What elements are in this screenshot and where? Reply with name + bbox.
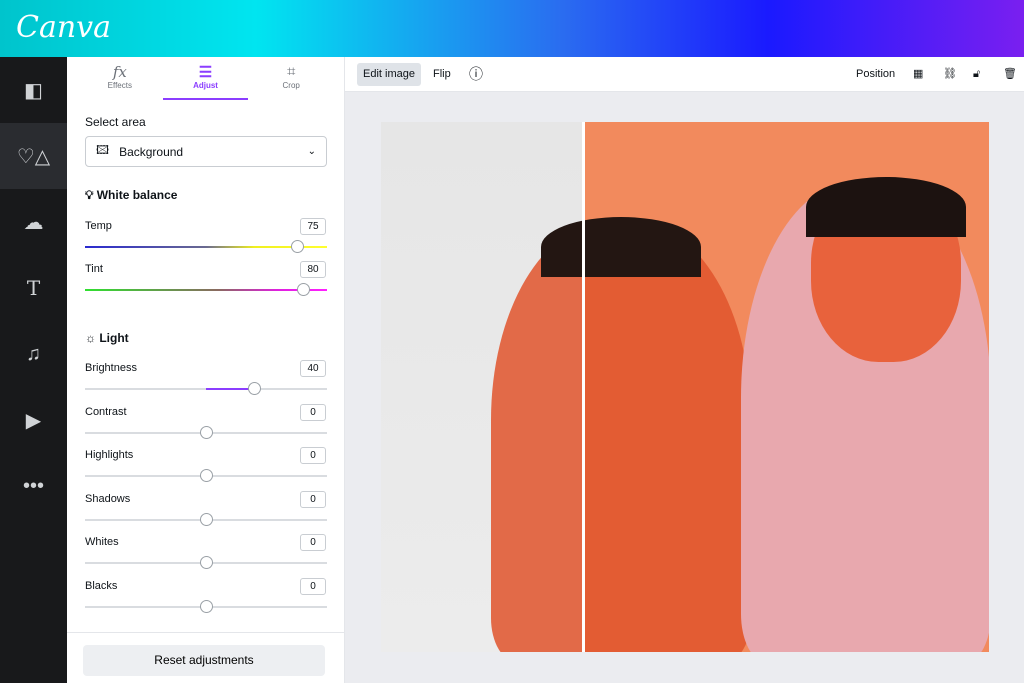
side-rail: ◧ ♡△ ☁ T ♫ ▶ ••• <box>0 57 67 683</box>
compare-divider[interactable] <box>582 122 585 652</box>
canvas-area <box>345 92 1024 683</box>
whites-slider[interactable] <box>85 556 327 569</box>
blacks-label: Blacks <box>85 580 118 592</box>
elements-icon[interactable]: ♡△ <box>0 123 67 189</box>
edit-image-button[interactable]: Edit image <box>357 63 421 86</box>
text-icon[interactable]: T <box>0 255 67 321</box>
light-heading: ☼ Light <box>85 331 129 345</box>
tint-value-input[interactable]: 80 <box>300 261 326 278</box>
chevron-down-icon: ⌄ <box>307 146 316 157</box>
tint-label: Tint <box>85 263 103 275</box>
position-button[interactable]: Position <box>850 63 901 86</box>
shadows-slider[interactable] <box>85 513 327 526</box>
whites-value-input[interactable]: 0 <box>300 534 326 551</box>
shadows-label: Shadows <box>85 493 131 505</box>
tint-slider[interactable] <box>85 283 327 296</box>
sun-icon: ☼ <box>85 331 100 345</box>
whites-slider-thumb[interactable] <box>200 556 213 569</box>
image-icon: 🖾 <box>96 143 110 157</box>
canva-logo[interactable]: Canva <box>16 10 111 45</box>
contrast-value-input[interactable]: 0 <box>300 404 326 421</box>
hair-right <box>806 177 966 237</box>
tint-slider-thumb[interactable] <box>296 283 310 296</box>
layout-icon[interactable]: ◧ <box>0 57 67 123</box>
sliders-icon: ☰ <box>198 64 213 81</box>
music-icon[interactable]: ♫ <box>0 321 67 387</box>
blacks-slider-thumb[interactable] <box>200 600 213 613</box>
brightness-fill <box>206 388 255 390</box>
temp-slider-thumb[interactable] <box>290 240 304 253</box>
blacks-slider[interactable] <box>85 600 327 613</box>
adjust-panel: fx Effects ☰ Adjust ⌗ Crop Select area 🖾 Ba… <box>67 57 345 683</box>
brightness-slider[interactable] <box>85 382 327 395</box>
crop-icon: ⌗ <box>286 63 296 80</box>
fx-icon: fx <box>112 63 127 81</box>
temp-value-input[interactable]: 75 <box>300 218 326 235</box>
person-left <box>491 222 751 652</box>
blacks-value-input[interactable]: 0 <box>300 578 326 595</box>
shadows-value-input[interactable]: 0 <box>300 491 326 508</box>
select-area-label: Select area <box>85 115 146 129</box>
contrast-slider-thumb[interactable] <box>200 426 213 439</box>
shadows-slider-thumb[interactable] <box>200 513 213 526</box>
trash-icon[interactable]: 🗑︎ <box>997 63 1023 86</box>
info-icon[interactable]: ⓘ <box>463 63 489 86</box>
highlights-slider[interactable] <box>85 469 327 482</box>
top-bar: Canva <box>0 0 1024 57</box>
highlights-value-input[interactable]: 0 <box>300 447 326 464</box>
photo-before-after[interactable] <box>381 122 989 652</box>
reset-adjustments-button[interactable]: Reset adjustments <box>83 645 325 676</box>
highlights-slider-thumb[interactable] <box>200 469 213 482</box>
brightness-label: Brightness <box>85 362 137 374</box>
brightness-slider-thumb[interactable] <box>248 382 262 395</box>
tab-crop[interactable]: ⌗ Crop <box>248 57 334 100</box>
select-value: Background <box>119 144 184 159</box>
temp-slider[interactable] <box>85 240 327 253</box>
contrast-slider[interactable] <box>85 426 327 439</box>
select-area-dropdown[interactable]: 🖾 Background ⌄ <box>85 136 327 167</box>
upload-icon[interactable]: ☁ <box>0 189 67 255</box>
flip-button[interactable]: Flip <box>427 63 457 86</box>
tab-effects[interactable]: fx Effects <box>77 57 163 100</box>
transparency-icon[interactable]: ▦ <box>907 63 929 86</box>
contrast-label: Contrast <box>85 406 127 418</box>
temp-label: Temp <box>85 220 112 232</box>
white-balance-heading: 💡︎ White balance <box>85 188 178 202</box>
divider <box>67 632 345 633</box>
more-icon[interactable]: ••• <box>0 453 67 519</box>
toolbar: Edit image Flip ⓘ Position ▦ ⛓ 🔓︎ 🗑︎ <box>345 57 1024 92</box>
tab-adjust[interactable]: ☰ Adjust <box>162 57 249 100</box>
link-icon[interactable]: ⛓ <box>937 63 963 86</box>
whites-label: Whites <box>85 536 119 548</box>
highlights-label: Highlights <box>85 449 134 461</box>
lightbulb-icon: 💡︎ <box>85 188 97 202</box>
video-icon[interactable]: ▶ <box>0 387 67 453</box>
brightness-value-input[interactable]: 40 <box>300 360 326 377</box>
lock-icon[interactable]: 🔓︎ <box>967 63 986 86</box>
hair-left <box>541 217 701 277</box>
